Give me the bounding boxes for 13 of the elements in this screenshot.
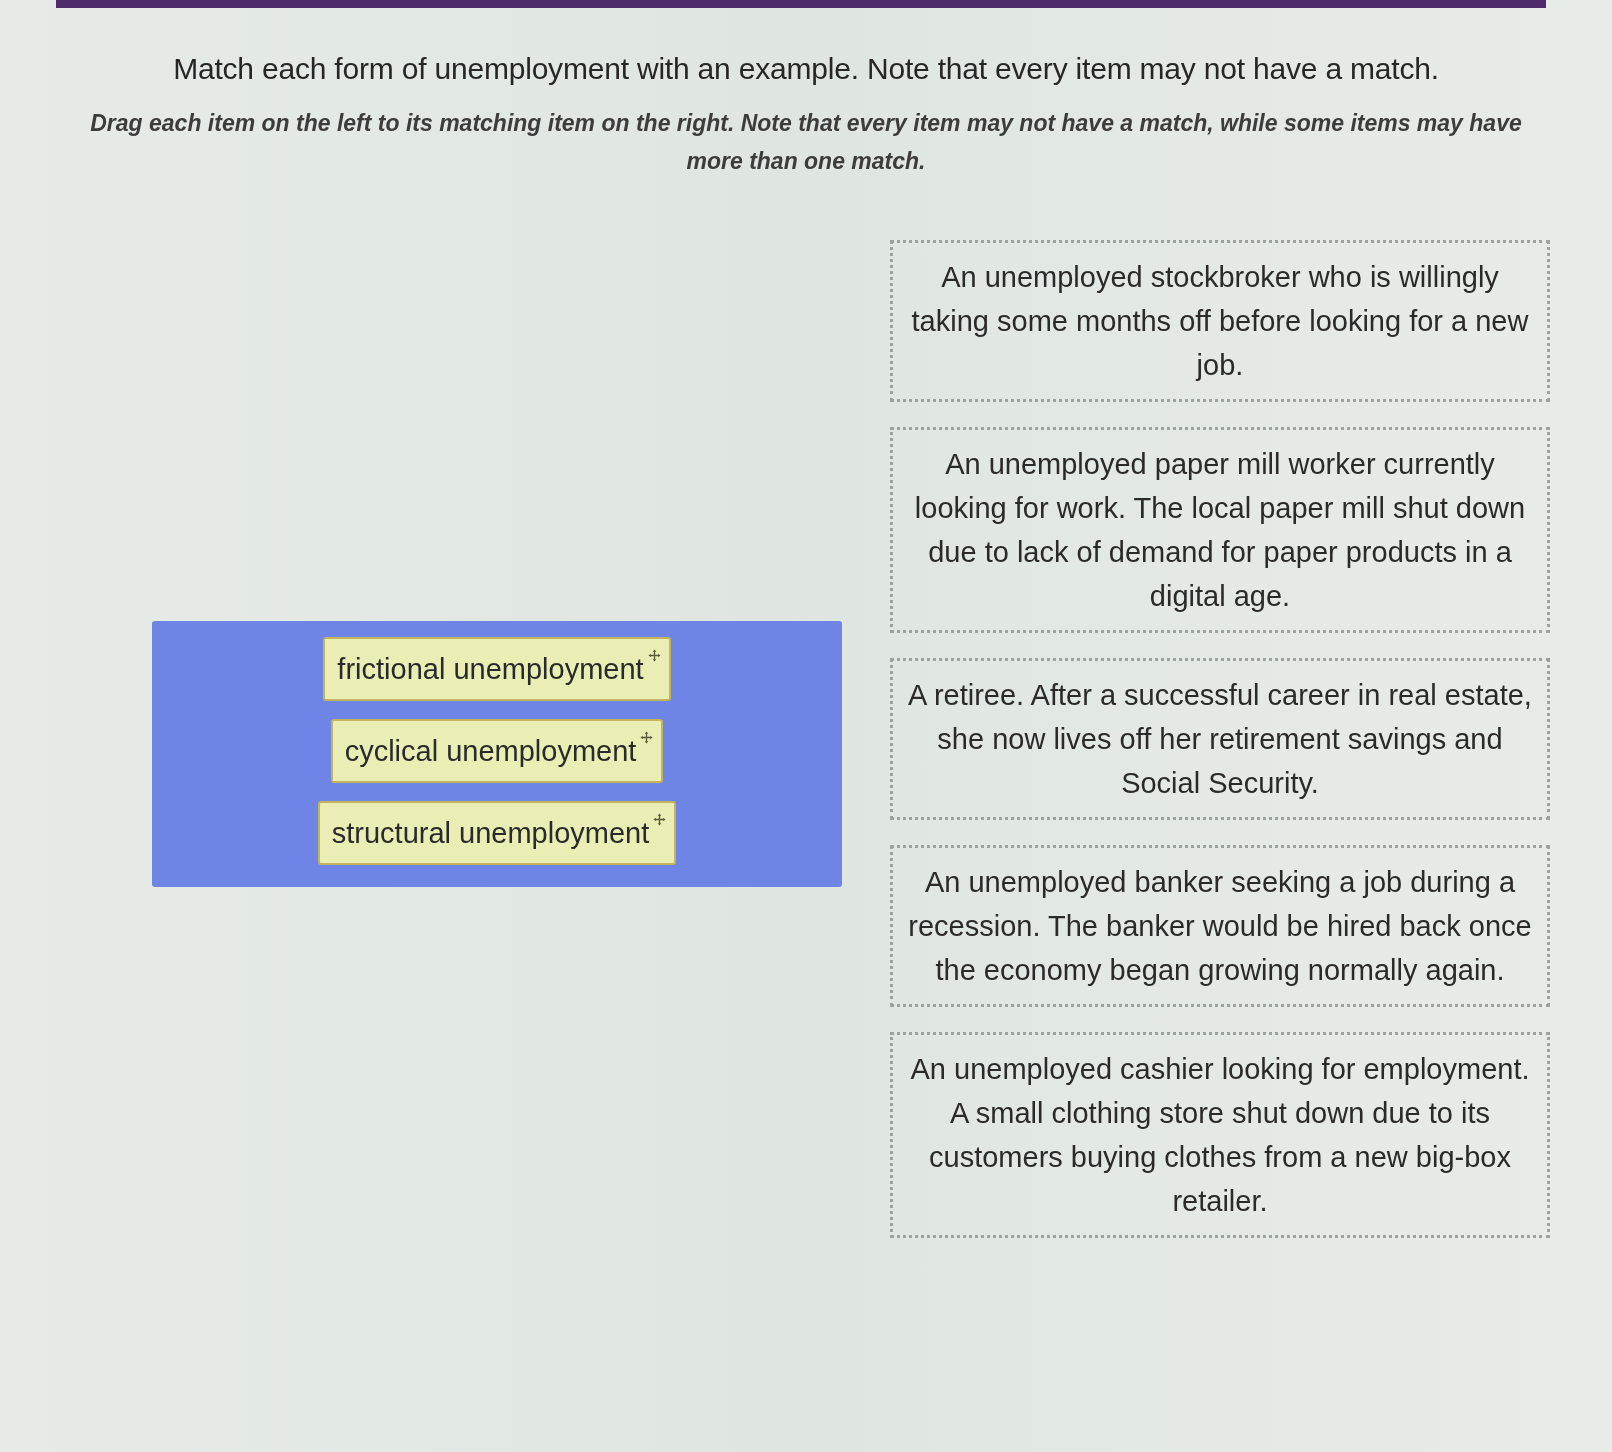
move-icon xyxy=(647,649,661,662)
drop-target: An unemployed cashier looking for employment. A small clothing store shut down due to its customers buying clothes from a new big-box retailer. xyxy=(890,1032,1550,1238)
instructions-text: Drag each item on the left to its matching item on the right. Note that every item may not have a match, while some items may have more than one match. xyxy=(89,109,1523,176)
drag-item[interactable]: frictional unemployment xyxy=(323,637,671,701)
drag-item[interactable]: structural unemployment xyxy=(317,801,677,865)
drag-item[interactable]: cyclical unemployment xyxy=(330,719,664,783)
move-icon xyxy=(653,813,667,826)
drop-target: A retiree. After a successful career in real estate, she now lives off her retirement savings and Social Security. xyxy=(890,658,1550,820)
move-icon xyxy=(640,731,654,744)
question-title: Match each form of unemployment with an example. Note that every item may not have a match. xyxy=(172,52,1440,86)
drop-target: An unemployed paper mill worker currently looking for work. The local paper mill shut down due to lack of demand for paper products in a digital age. xyxy=(890,427,1550,633)
drop-target: An unemployed banker seeking a job during a recession. The banker would be hired back once the economy began growing normally again. xyxy=(890,845,1550,1007)
drop-target: An unemployed stockbroker who is willingly taking some months off before looking for a new job. xyxy=(890,240,1550,402)
